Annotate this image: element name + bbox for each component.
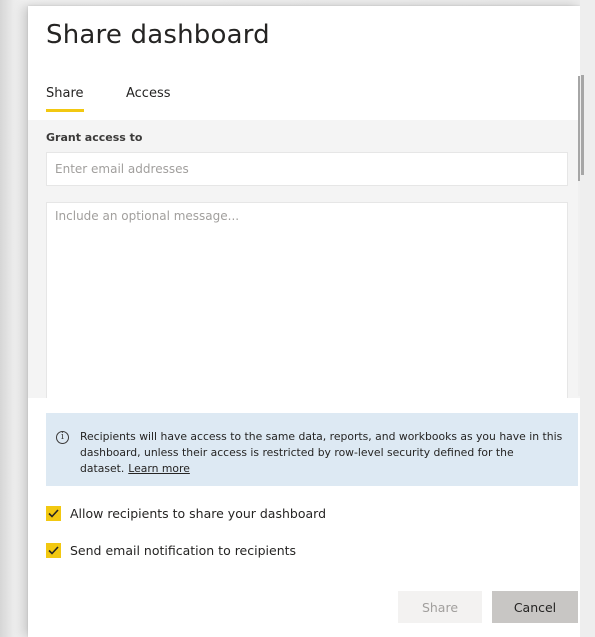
share-form-area: Grant access to: [28, 120, 580, 398]
checkmark-icon: [48, 546, 59, 555]
allow-reshare-label: Allow recipients to share your dashboard: [70, 506, 326, 521]
info-icon: i: [56, 431, 69, 444]
email-notification-checkbox[interactable]: [46, 543, 61, 558]
share-button[interactable]: Share: [398, 591, 482, 623]
email-notification-label: Send email notification to recipients: [70, 543, 297, 558]
learn-more-link[interactable]: Learn more: [128, 462, 190, 475]
cancel-button[interactable]: Cancel: [492, 591, 578, 623]
active-tab-indicator: [46, 109, 84, 112]
info-banner: i Recipients will have access to the sam…: [46, 413, 578, 486]
share-dashboard-dialog: Share dashboard Share Access Grant acces…: [28, 6, 580, 637]
email-input[interactable]: [46, 152, 568, 186]
dialog-title: Share dashboard: [46, 20, 270, 50]
page-scrollbar[interactable]: [580, 0, 595, 637]
message-input[interactable]: [46, 202, 568, 398]
checkmark-icon: [48, 509, 59, 518]
info-text: Recipients will have access to the same …: [80, 429, 568, 477]
tab-access[interactable]: Access: [126, 86, 171, 101]
allow-reshare-checkbox[interactable]: [46, 506, 61, 521]
grant-access-label: Grant access to: [46, 131, 143, 144]
page: Share dashboard Share Access Grant acces…: [0, 0, 595, 637]
tab-share[interactable]: Share: [46, 86, 84, 101]
page-scrollbar-thumb[interactable]: [581, 75, 584, 175]
